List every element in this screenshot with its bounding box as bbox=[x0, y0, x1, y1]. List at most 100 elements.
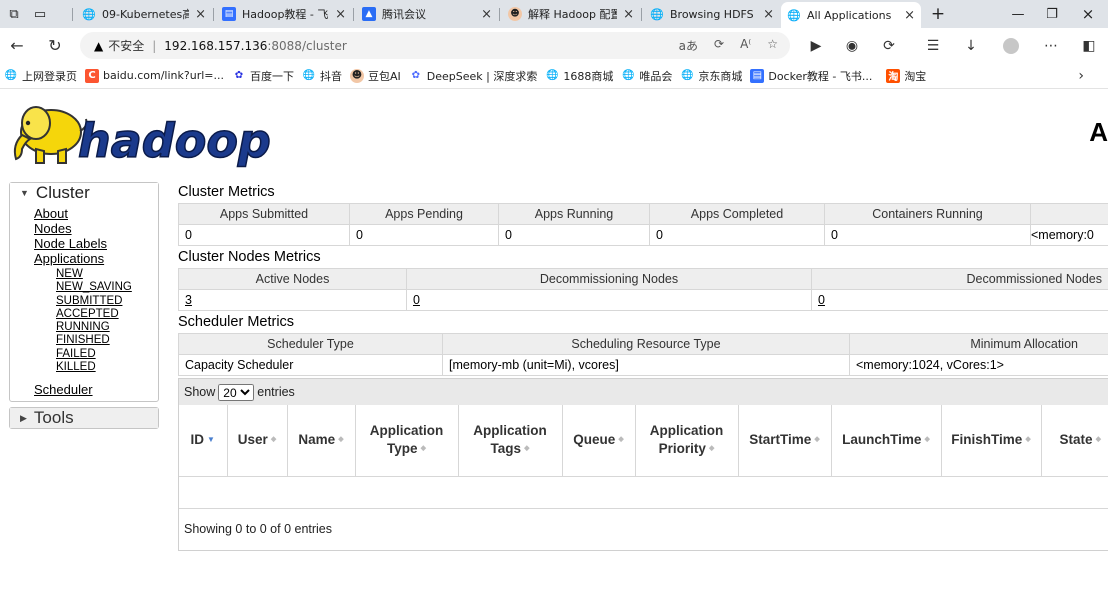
browser-tab-tencent-meeting[interactable]: ▲ 腾讯会议 × bbox=[356, 3, 498, 25]
table-header: Active Nodes bbox=[178, 268, 407, 290]
tab-actions-icon[interactable]: ▭ bbox=[28, 4, 52, 24]
column-header-user[interactable]: User ◆ bbox=[226, 405, 287, 477]
warning-icon[interactable]: ▲ bbox=[94, 39, 103, 53]
new-tab-button[interactable]: + bbox=[926, 4, 950, 24]
extensions-icon[interactable]: ⟳ bbox=[878, 36, 900, 56]
profile-avatar-icon[interactable] bbox=[1000, 36, 1022, 56]
close-icon[interactable]: × bbox=[329, 7, 346, 22]
tools-nav-title: Tools bbox=[33, 408, 74, 428]
close-icon[interactable]: × bbox=[617, 7, 634, 22]
bookmark-baidu-link[interactable]: Cbaidu.com/link?url=... bbox=[85, 68, 224, 83]
bookmark-baidu[interactable]: ✿ 百度一下 bbox=[232, 68, 294, 84]
restore-icon[interactable]: ❐ bbox=[1040, 4, 1064, 24]
nav-link-state-accepted[interactable]: ACCEPTED bbox=[56, 308, 158, 321]
tools-nav-header[interactable]: ▶ Tools bbox=[10, 408, 158, 429]
bookmark-label: 上网登录页 bbox=[22, 69, 77, 83]
bookmark-vip[interactable]: 🌐 唯品会 bbox=[621, 68, 672, 84]
close-icon[interactable]: × bbox=[757, 7, 774, 22]
sort-icon: ◆ bbox=[924, 436, 930, 444]
browser-tab-all-applications[interactable]: 🌐 All Applications × bbox=[781, 2, 921, 28]
nav-link-scheduler[interactable]: Scheduler bbox=[34, 382, 158, 397]
cluster-nav-links: About Nodes Node Labels Applications NEW… bbox=[10, 203, 158, 401]
favorite-star-icon[interactable]: ☆ bbox=[767, 37, 778, 54]
table-header: Minimum Allocation bbox=[849, 333, 1108, 355]
column-header-finish-time[interactable]: FinishTime ◆ bbox=[940, 405, 1041, 477]
cluster-nav-header[interactable]: ▼ Cluster bbox=[10, 183, 158, 203]
favorites-icon[interactable]: ☰ bbox=[922, 36, 944, 56]
close-icon[interactable]: × bbox=[189, 7, 206, 22]
globe-icon: 🌐 bbox=[82, 7, 96, 21]
column-header-start-time[interactable]: StartTime ◆ bbox=[737, 405, 831, 477]
nav-link-applications[interactable]: Applications bbox=[34, 251, 158, 266]
baidu-icon: ✿ bbox=[234, 70, 244, 81]
back-icon[interactable]: ← bbox=[5, 34, 29, 56]
chevron-right-icon[interactable]: › bbox=[1078, 68, 1084, 84]
decommissioning-nodes-link[interactable]: 0 bbox=[413, 293, 420, 307]
column-header-state[interactable]: State ◆ bbox=[1040, 405, 1108, 477]
browser-tab-kubernetes[interactable]: 🌐 09-Kubernetes高级 × bbox=[76, 3, 212, 25]
address-bar[interactable]: ▲ 不安全 | 192.168.157.136 :8088/cluster aあ… bbox=[80, 32, 790, 59]
game-controller-icon[interactable]: ◉ bbox=[841, 36, 863, 56]
bookmark-docker-tutorial[interactable]: ▤ Docker教程 - 飞书... bbox=[750, 68, 872, 84]
bookmark-jd[interactable]: 🌐 京东商城 bbox=[680, 68, 742, 84]
insecure-label[interactable]: 不安全 bbox=[108, 37, 144, 54]
nav-link-state-new[interactable]: NEW bbox=[56, 268, 158, 281]
browser-tab-doubao[interactable]: ☻ 解释 Hadoop 配置 × bbox=[502, 3, 640, 25]
sort-icon: ◆ bbox=[420, 445, 426, 453]
text-size-icon[interactable]: A⁽ bbox=[740, 37, 751, 54]
active-nodes-link[interactable]: 3 bbox=[185, 293, 192, 307]
tools-nav-section[interactable]: ▶ Tools bbox=[9, 407, 159, 430]
browser-tab-browsing-hdfs[interactable]: 🌐 Browsing HDFS × bbox=[644, 3, 780, 25]
workspaces-icon[interactable]: ⧉ bbox=[2, 4, 26, 24]
column-header-application-priority[interactable]: Application Priority ◆ bbox=[634, 405, 738, 477]
nav-link-node-labels[interactable]: Node Labels bbox=[34, 236, 158, 251]
nav-link-nodes[interactable]: Nodes bbox=[34, 221, 158, 236]
table-cell: 0 bbox=[178, 224, 350, 246]
column-header-id[interactable]: ID ▼ bbox=[179, 405, 227, 477]
bookmark-1688[interactable]: 🌐 1688商城 bbox=[545, 68, 613, 84]
main-content: Cluster Metrics Apps Submitted Apps Pend… bbox=[178, 181, 1108, 551]
nav-link-state-submitted[interactable]: SUBMITTED bbox=[56, 295, 158, 308]
decommissioned-nodes-link[interactable]: 0 bbox=[818, 293, 825, 307]
nav-link-about[interactable]: About bbox=[34, 206, 158, 221]
close-icon[interactable]: × bbox=[475, 7, 492, 22]
column-header-name[interactable]: Name ◆ bbox=[286, 405, 355, 477]
table-cell: Capacity Scheduler bbox=[178, 354, 443, 376]
nav-link-state-running[interactable]: RUNNING bbox=[56, 321, 158, 334]
extension-icon[interactable]: ⟳ bbox=[714, 37, 724, 54]
downloads-icon[interactable]: ↓ bbox=[960, 36, 982, 56]
bookmark-douyin[interactable]: 🌐 抖音 bbox=[302, 68, 342, 84]
close-window-icon[interactable]: × bbox=[1076, 4, 1100, 24]
column-header-queue[interactable]: Queue ◆ bbox=[561, 405, 635, 477]
bookmark-label: 豆包AI bbox=[367, 69, 401, 83]
more-menu-icon[interactable]: ⋯ bbox=[1040, 36, 1062, 56]
sidebar-toggle-icon[interactable]: ◧ bbox=[1078, 36, 1100, 56]
bookmark-taobao[interactable]: 淘淘宝 bbox=[886, 68, 926, 84]
table-header-row: Active Nodes Decommissioning Nodes Decom… bbox=[178, 268, 1108, 290]
scheduler-metrics-title: Scheduler Metrics bbox=[178, 314, 295, 330]
column-header-application-tags[interactable]: Application Tags ◆ bbox=[457, 405, 562, 477]
table-summary: Showing 0 to 0 of 0 entries bbox=[184, 522, 333, 536]
minimize-icon[interactable]: — bbox=[1006, 4, 1030, 24]
play-icon[interactable]: ▶ bbox=[805, 36, 827, 56]
bookmark-doubao[interactable]: ☻ 豆包AI bbox=[349, 68, 401, 84]
nav-link-state-new-saving[interactable]: NEW_SAVING bbox=[56, 281, 158, 294]
table-header bbox=[1030, 203, 1108, 225]
taobao-icon: 淘 bbox=[886, 68, 901, 83]
hadoop-logo[interactable]: hadoop bbox=[6, 97, 276, 169]
nav-link-state-failed[interactable]: FAILED bbox=[56, 348, 158, 361]
read-aloud-icon[interactable]: aあ bbox=[679, 37, 698, 54]
bookmark-login-page[interactable]: 🌐 上网登录页 bbox=[4, 68, 77, 84]
reload-icon[interactable]: ↻ bbox=[43, 34, 67, 56]
empty-table-cell bbox=[179, 476, 1108, 509]
nav-link-state-finished[interactable]: FINISHED bbox=[56, 334, 158, 347]
nav-link-state-killed[interactable]: KILLED bbox=[56, 361, 158, 374]
bookmark-deepseek[interactable]: ✿ DeepSeek | 深度求索 bbox=[409, 68, 538, 84]
column-label: State bbox=[1059, 432, 1093, 448]
column-header-launch-time[interactable]: LaunchTime ◆ bbox=[830, 405, 941, 477]
tab-separator bbox=[213, 8, 214, 21]
browser-tab-hadoop-tutorial[interactable]: ▤ Hadoop教程 - 飞书 × bbox=[216, 3, 352, 25]
close-icon[interactable]: × bbox=[898, 8, 915, 23]
column-header-application-type[interactable]: Application Type ◆ bbox=[354, 405, 458, 477]
page-size-select[interactable]: 20 bbox=[218, 383, 255, 401]
